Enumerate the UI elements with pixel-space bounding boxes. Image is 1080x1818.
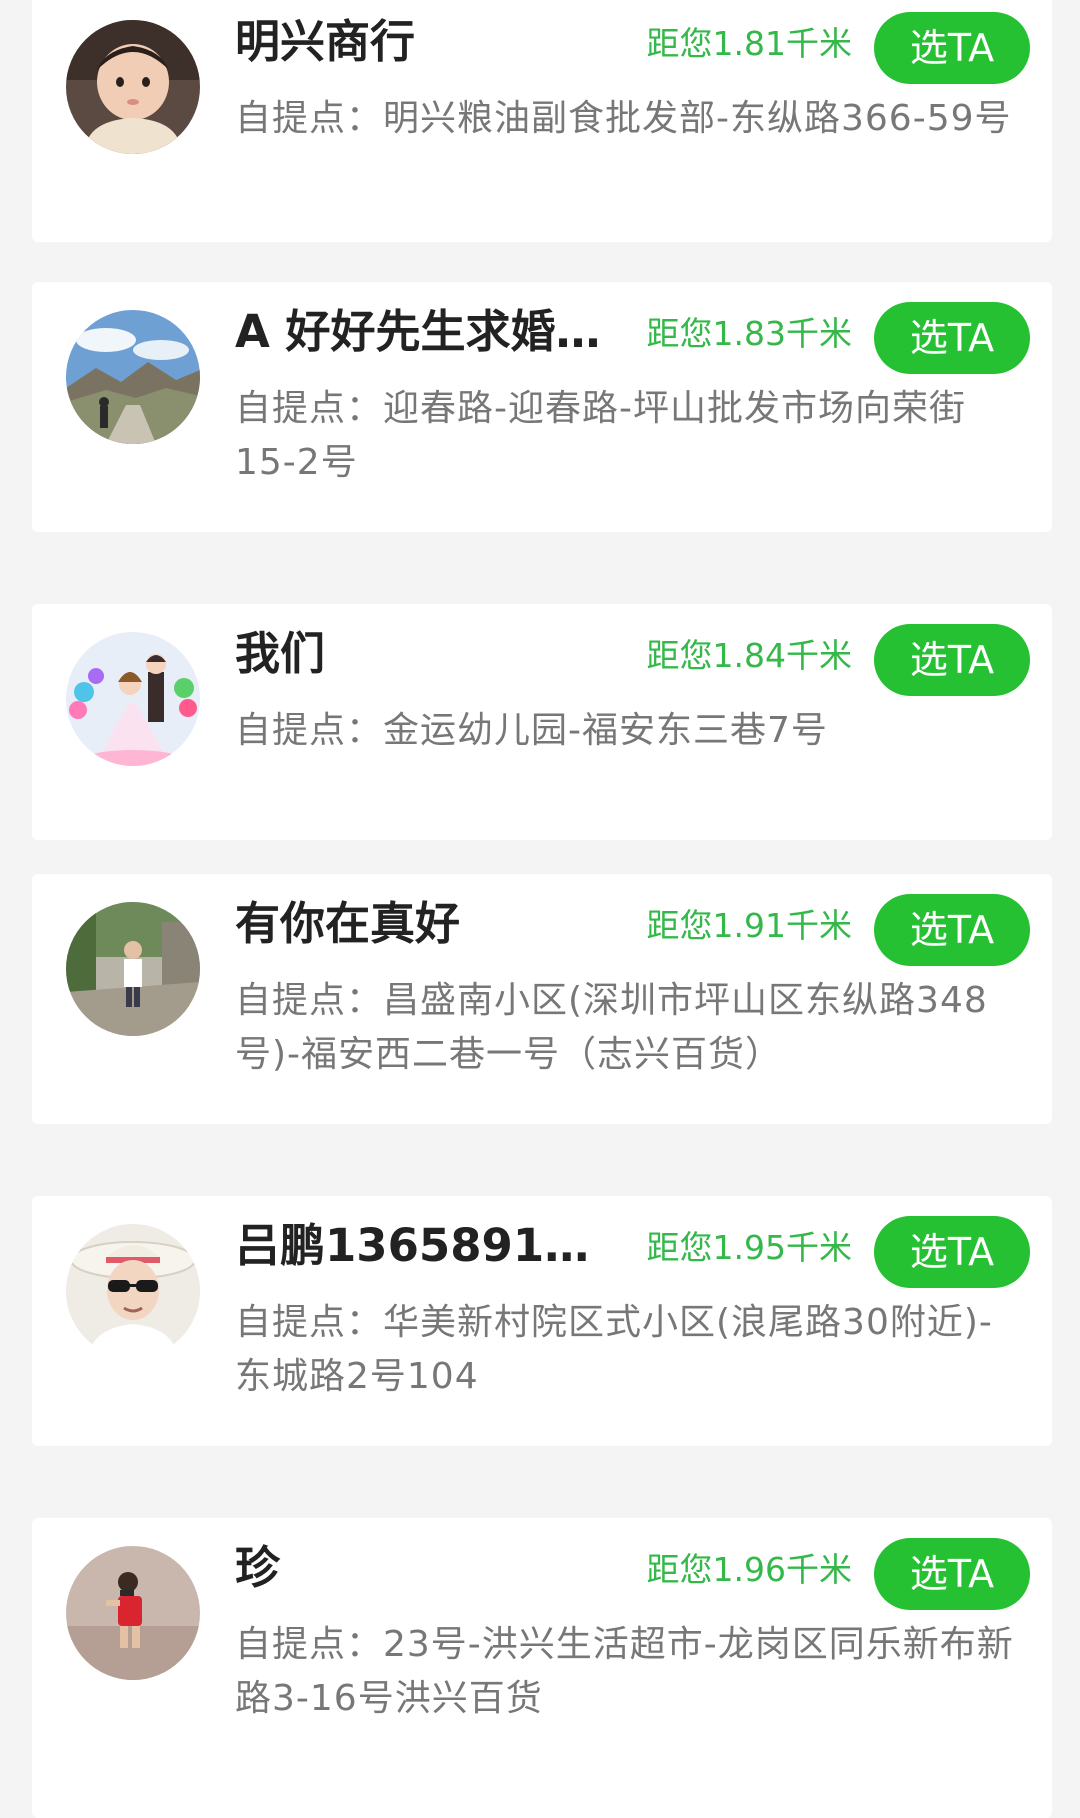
pickup-point-card[interactable]: 珍 距您1.96千米 选TA 自提点：23号-洪兴生活超市-龙岗区同乐新布新路3… xyxy=(32,1518,1052,1818)
distance-label: 距您1.83千米 xyxy=(646,314,852,353)
baby-photo-avatar-icon xyxy=(66,20,200,154)
pickup-point-name: 有你在真好 xyxy=(235,897,461,950)
child-walking-street-avatar-icon xyxy=(66,902,200,1036)
pickup-point-name: 吕鹏136589170... xyxy=(235,1219,605,1272)
pickup-point-name: A 好好先生求婚... xyxy=(235,305,605,358)
pickup-point-card[interactable]: 有你在真好 距您1.91千米 选TA 自提点：昌盛南小区(深圳市坪山区东纵路34… xyxy=(32,874,1052,1124)
child-red-shirt-avatar-icon xyxy=(66,1546,200,1680)
select-ta-button[interactable]: 选TA xyxy=(874,302,1030,374)
distance-label: 距您1.91千米 xyxy=(646,906,852,945)
pickup-point-name: 珍 xyxy=(235,1541,281,1594)
distance-label: 距您1.95千米 xyxy=(646,1228,852,1267)
distance-label: 距您1.96千米 xyxy=(646,1550,852,1589)
pickup-point-list: 明兴商行 距您1.81千米 选TA 自提点：明兴粮油副食批发部-东纵路366-5… xyxy=(0,0,1080,1818)
select-ta-button[interactable]: 选TA xyxy=(874,624,1030,696)
mountain-landscape-avatar-icon xyxy=(66,310,200,444)
select-ta-button[interactable]: 选TA xyxy=(874,12,1030,84)
pickup-point-card[interactable]: A 好好先生求婚... 距您1.83千米 选TA 自提点：迎春路-迎春路-坪山批… xyxy=(32,282,1052,532)
pickup-address: 自提点：金运幼儿园-福安东三巷7号 xyxy=(235,710,828,751)
pickup-point-card[interactable]: 我们 距您1.84千米 选TA 自提点：金运幼儿园-福安东三巷7号 xyxy=(32,604,1052,840)
pickup-point-card[interactable]: 吕鹏136589170... 距您1.95千米 选TA 自提点：华美新村院区式小… xyxy=(32,1196,1052,1446)
pickup-point-card[interactable]: 明兴商行 距您1.81千米 选TA 自提点：明兴粮油副食批发部-东纵路366-5… xyxy=(32,0,1052,242)
select-ta-button[interactable]: 选TA xyxy=(874,1216,1030,1288)
distance-label: 距您1.81千米 xyxy=(646,24,852,63)
pickup-address: 自提点：昌盛南小区(深圳市坪山区东纵路348号)-福安西二巷一号（志兴百货） xyxy=(235,980,988,1075)
pickup-address: 自提点：迎春路-迎春路-坪山批发市场向荣街15-2号 xyxy=(235,388,966,483)
pickup-address: 自提点：华美新村院区式小区(浪尾路30附近)-东城路2号104 xyxy=(235,1302,993,1397)
select-ta-button[interactable]: 选TA xyxy=(874,894,1030,966)
pickup-address: 自提点：明兴粮油副食批发部-东纵路366-59号 xyxy=(235,98,1012,139)
cartoon-wedding-couple-avatar-icon xyxy=(66,632,200,766)
select-ta-button[interactable]: 选TA xyxy=(874,1538,1030,1610)
distance-label: 距您1.84千米 xyxy=(646,636,852,675)
pickup-point-name: 明兴商行 xyxy=(235,15,416,68)
pickup-address: 自提点：23号-洪兴生活超市-龙岗区同乐新布新路3-16号洪兴百货 xyxy=(235,1624,1014,1719)
pickup-point-name: 我们 xyxy=(235,627,326,680)
person-sunglasses-hat-avatar-icon xyxy=(66,1224,200,1358)
